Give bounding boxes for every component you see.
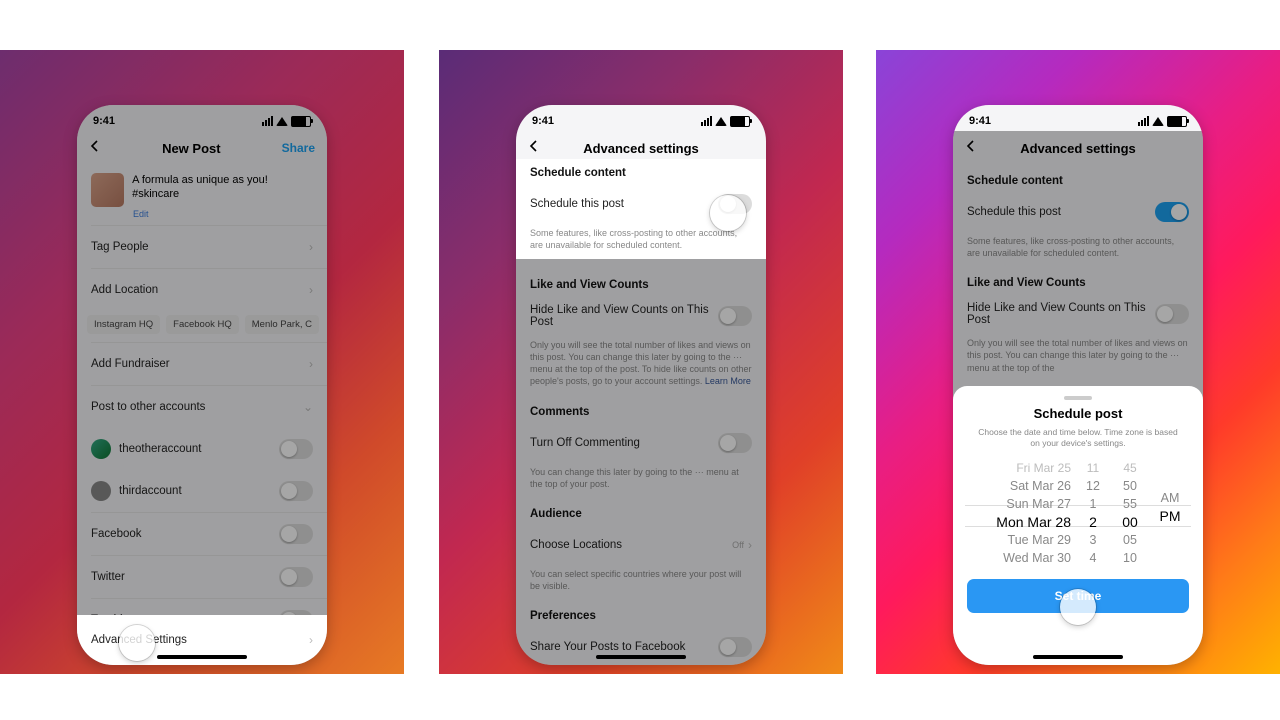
audience-note: You can select specific countries where … — [516, 566, 766, 600]
chevron-right-icon: › — [309, 283, 313, 297]
location-chip[interactable]: Instagram HQ — [87, 315, 160, 334]
status-time: 9:41 — [969, 115, 991, 127]
status-time: 9:41 — [532, 115, 554, 127]
status-bar: 9:41 — [516, 105, 766, 131]
wifi-icon — [276, 117, 288, 126]
nav-bar: Advanced settings — [953, 131, 1203, 165]
home-indicator — [1033, 655, 1123, 659]
phone-advanced-settings: 9:41 Advanced settings Like and View Cou… — [516, 105, 766, 665]
section-schedule: Schedule content — [953, 165, 1203, 191]
picker-ampm-column: AM PM — [1153, 459, 1187, 569]
sheet-grabber[interactable] — [1064, 396, 1092, 400]
set-time-button[interactable]: Set time — [967, 579, 1189, 613]
home-indicator — [596, 655, 686, 659]
chevron-right-icon: › — [309, 357, 313, 371]
section-schedule: Schedule content — [516, 159, 766, 183]
signal-icon — [1138, 116, 1149, 126]
picker-minute-column: 45 50 55 00 05 10 15 — [1113, 459, 1147, 569]
wifi-icon — [715, 117, 727, 126]
avatar — [91, 439, 111, 459]
nav-bar: New Post Share — [77, 131, 327, 165]
sheet-subtitle: Choose the date and time below. Time zon… — [953, 427, 1203, 449]
post-other-accounts-row[interactable]: Post to other accounts⌄ — [77, 386, 327, 428]
chevron-down-icon: ⌄ — [303, 400, 313, 414]
post-thumbnail — [91, 173, 124, 207]
picker-hour-column: 11 12 1 2 3 4 5 — [1079, 459, 1107, 569]
account-toggle[interactable] — [279, 481, 313, 501]
facebook-toggle[interactable] — [279, 524, 313, 544]
hide-counts-note: Only you will see the total number of li… — [516, 337, 766, 396]
section-preferences: Preferences — [516, 600, 766, 626]
schedule-this-post-row: Schedule this post — [953, 191, 1203, 233]
share-button[interactable]: Share — [282, 141, 315, 155]
share-facebook-row: Share Your Posts to Facebook — [516, 626, 766, 665]
account-row: theotheraccount — [77, 428, 327, 470]
twitter-row: Twitter — [77, 556, 327, 598]
page-title: Advanced settings — [1020, 141, 1136, 156]
hide-counts-row: Hide Like and View Counts on This Post — [516, 295, 766, 337]
page-title: New Post — [162, 141, 221, 156]
hide-counts-row: Hide Like and View Counts on This Post — [953, 293, 1203, 335]
phone-schedule-sheet: 9:41 Advanced settings Schedule content … — [953, 105, 1203, 665]
phone-new-post: 9:41 New Post Share A formula as unique … — [77, 105, 327, 665]
schedule-toggle[interactable] — [718, 194, 752, 214]
tag-people-row[interactable]: Tag People› — [77, 226, 327, 268]
signal-icon — [262, 116, 273, 126]
caption-text: A formula as unique as you! #skincare — [132, 173, 313, 207]
edit-caption-link[interactable]: Edit — [77, 209, 327, 225]
account-row: thirdaccount — [77, 470, 327, 512]
sheet-title: Schedule post — [953, 406, 1203, 421]
hide-counts-toggle[interactable] — [718, 306, 752, 326]
location-chip[interactable]: Menlo Park, C — [245, 315, 319, 334]
turn-off-commenting-row: Turn Off Commenting — [516, 422, 766, 464]
commenting-toggle[interactable] — [718, 433, 752, 453]
back-icon[interactable] — [528, 139, 540, 157]
chevron-right-icon: › — [309, 633, 313, 647]
status-time: 9:41 — [93, 115, 115, 127]
section-like-counts: Like and View Counts — [953, 267, 1203, 293]
picker-date-column: Fri Mar 25 Sat Mar 26 Sun Mar 27 Mon Mar… — [971, 459, 1071, 569]
facebook-row: Facebook — [77, 513, 327, 555]
caption-row[interactable]: A formula as unique as you! #skincare — [77, 165, 327, 209]
chevron-right-icon: › — [748, 538, 752, 552]
battery-icon — [1167, 116, 1187, 127]
page-title: Advanced settings — [583, 141, 699, 156]
add-location-row[interactable]: Add Location› — [77, 269, 327, 311]
section-audience: Audience — [516, 498, 766, 524]
avatar — [91, 481, 111, 501]
schedule-toggle[interactable] — [1155, 202, 1189, 222]
location-chip[interactable]: Facebook HQ — [166, 315, 239, 334]
choose-locations-row[interactable]: Choose LocationsOff› — [516, 524, 766, 566]
location-suggestions: Instagram HQ Facebook HQ Menlo Park, C — [77, 311, 327, 342]
battery-icon — [730, 116, 750, 127]
datetime-picker[interactable]: Fri Mar 25 Sat Mar 26 Sun Mar 27 Mon Mar… — [961, 459, 1195, 569]
account-toggle[interactable] — [279, 439, 313, 459]
commenting-note: You can change this later by going to th… — [516, 464, 766, 498]
home-indicator — [157, 655, 247, 659]
schedule-note: Some features, like cross-posting to oth… — [516, 225, 766, 259]
hide-counts-toggle[interactable] — [1155, 304, 1189, 324]
schedule-note: Some features, like cross-posting to oth… — [953, 233, 1203, 267]
back-icon[interactable] — [965, 139, 977, 157]
hide-counts-note: Only you will see the total number of li… — [953, 335, 1203, 381]
signal-icon — [701, 116, 712, 126]
schedule-this-post-row: Schedule this post — [516, 183, 766, 225]
learn-more-link[interactable]: Learn More — [705, 376, 751, 386]
section-like-counts: Like and View Counts — [516, 269, 766, 295]
section-comments: Comments — [516, 396, 766, 422]
battery-icon — [291, 116, 311, 127]
add-fundraiser-row[interactable]: Add Fundraiser› — [77, 343, 327, 385]
wifi-icon — [1152, 117, 1164, 126]
status-bar: 9:41 — [953, 105, 1203, 131]
chevron-right-icon: › — [309, 240, 313, 254]
share-facebook-toggle[interactable] — [718, 637, 752, 657]
back-icon[interactable] — [89, 139, 101, 157]
status-bar: 9:41 — [77, 105, 327, 131]
twitter-toggle[interactable] — [279, 567, 313, 587]
schedule-sheet: Schedule post Choose the date and time b… — [953, 386, 1203, 665]
